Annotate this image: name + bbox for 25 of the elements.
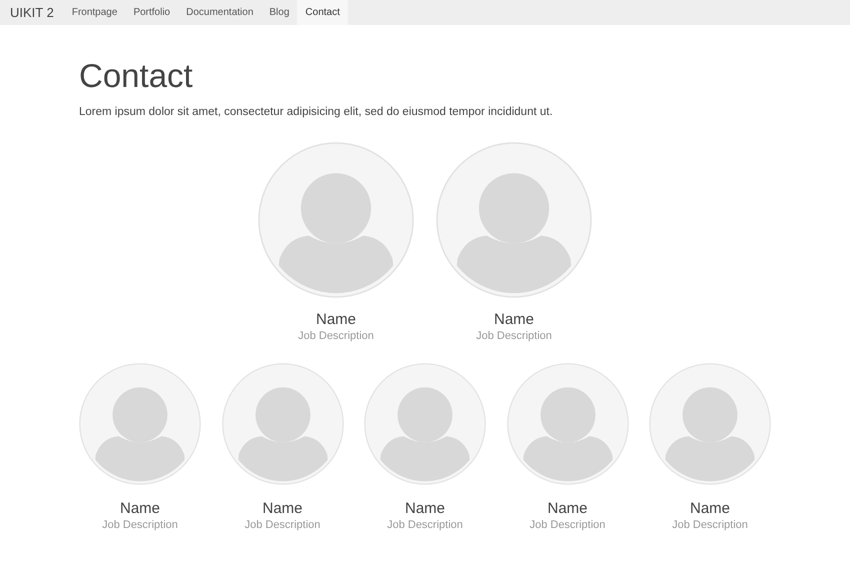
avatar-icon — [649, 362, 771, 485]
avatar-icon — [506, 362, 628, 485]
member-name: Name — [546, 500, 588, 518]
job-description: Job Description — [244, 518, 322, 534]
avatar-icon — [222, 362, 344, 485]
member-name: Name — [118, 500, 161, 518]
avatar-icon — [79, 362, 201, 485]
member-name: Name — [404, 500, 446, 518]
job-description: Job Description — [101, 518, 179, 534]
job-description: Job Description — [671, 518, 749, 534]
avatar-icon — [364, 362, 486, 485]
nav-link[interactable]: Contact — [297, 0, 348, 25]
member-name: Name — [492, 312, 535, 328]
brand-logo[interactable]: UIKIT 2 — [0, 0, 64, 25]
member-name: Name — [314, 312, 357, 328]
job-description: Job Description — [475, 329, 553, 344]
page-title: Contact — [79, 58, 194, 94]
member-name: Name — [688, 500, 731, 518]
job-description: Job Description — [297, 329, 375, 344]
avatar-icon — [258, 142, 414, 298]
job-description: Job Description — [528, 518, 606, 534]
avatar-icon — [436, 142, 592, 298]
job-description: Job Description — [386, 518, 464, 534]
member-name: Name — [261, 500, 304, 518]
intro-text: Lorem ipsum dolor sit amet, consectetur adipisicing elit, sed do eiusmod tempor incididunt ut. — [79, 105, 554, 120]
